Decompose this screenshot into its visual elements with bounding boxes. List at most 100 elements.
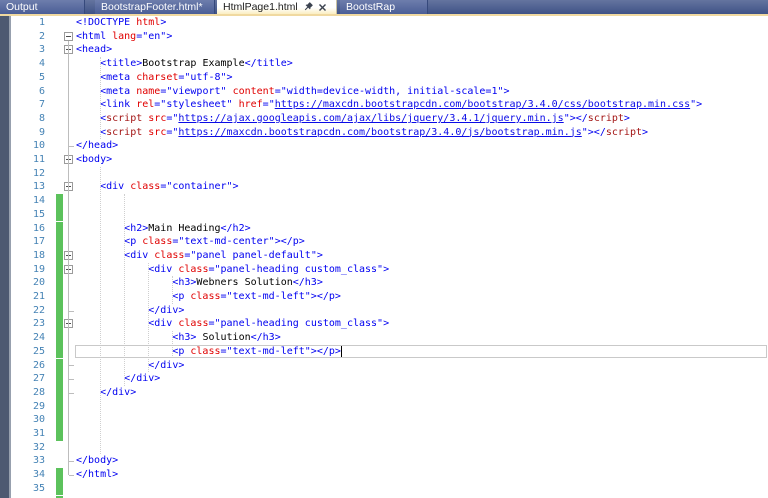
- line-number[interactable]: 18: [0, 249, 45, 263]
- line-number[interactable]: 29: [0, 400, 45, 414]
- fold-collapse-button[interactable]: [64, 182, 73, 192]
- code-token: </title>: [244, 58, 293, 70]
- line-number[interactable]: 12: [0, 167, 45, 181]
- line-number[interactable]: 21: [0, 290, 45, 304]
- code-line-33[interactable]: 33 </body>: [0, 454, 768, 468]
- line-number[interactable]: 9: [0, 126, 45, 140]
- code-line-25[interactable]: 25 <p class="text-md-left"></p>: [0, 344, 768, 359]
- line-number[interactable]: 34: [0, 468, 45, 482]
- change-tracking-bar: [56, 468, 63, 482]
- code-line-23[interactable]: 23 <div class="panel-heading custom_clas…: [0, 317, 768, 332]
- tab-output[interactable]: Output: [0, 0, 85, 14]
- line-number[interactable]: 20: [0, 276, 45, 290]
- code-line-12[interactable]: 12: [0, 167, 768, 181]
- code-line-35[interactable]: 35: [0, 481, 768, 496]
- code-line-27[interactable]: 27 </div>: [0, 372, 768, 386]
- line-number[interactable]: 15: [0, 208, 45, 222]
- line-number[interactable]: 10: [0, 139, 45, 153]
- code-line-7[interactable]: 7 <link rel="stylesheet" href="https://m…: [0, 98, 768, 112]
- tab-bootstrapfooter-html[interactable]: BootstrapFooter.html*: [95, 0, 215, 14]
- code-line-6[interactable]: 6 <meta name="viewport" content="width=d…: [0, 85, 768, 99]
- code-line-3[interactable]: 3 <head>: [0, 43, 768, 57]
- code-token: <html: [76, 30, 113, 42]
- fold-collapse-button[interactable]: [64, 31, 73, 41]
- line-number[interactable]: 8: [0, 112, 45, 126]
- code-line-26[interactable]: 26 </div>: [0, 358, 768, 373]
- fold-collapse-button[interactable]: [64, 45, 73, 55]
- code-line-8[interactable]: 8 <script src="https://ajax.googleapis.c…: [0, 112, 768, 126]
- line-number[interactable]: 17: [0, 235, 45, 249]
- line-number[interactable]: 19: [0, 263, 45, 277]
- fold-collapse-button[interactable]: [64, 264, 73, 274]
- line-number[interactable]: 3: [0, 43, 45, 57]
- code-line-9[interactable]: 9 <script src="https://maxcdn.bootstrapc…: [0, 126, 768, 140]
- code-line-2[interactable]: 2 <html lang="en">: [0, 30, 768, 44]
- line-number[interactable]: 27: [0, 372, 45, 386]
- line-number[interactable]: 1: [0, 16, 45, 30]
- code-token: =": [262, 99, 275, 111]
- code-line-19[interactable]: 19 <div class="panel-heading custom_clas…: [0, 262, 768, 277]
- code-line-18[interactable]: 18 <div class="panel panel-default">: [0, 248, 768, 263]
- code-token: <div: [148, 263, 179, 275]
- code-line-28[interactable]: 28 </div>: [0, 385, 768, 400]
- tab-htmlpage1-html[interactable]: HtmlPage1.html: [217, 0, 337, 14]
- code-token: "></: [581, 126, 606, 138]
- code-line-15[interactable]: 15: [0, 207, 768, 222]
- line-number[interactable]: 33: [0, 454, 45, 468]
- tab-label: HtmlPage1.html: [223, 1, 298, 13]
- code-line-31[interactable]: 31: [0, 427, 768, 441]
- line-number[interactable]: 11: [0, 153, 45, 167]
- code-text: </html>: [76, 468, 118, 482]
- code-line-17[interactable]: 17 <p class="text-md-center"></p>: [0, 235, 768, 249]
- line-number[interactable]: 23: [0, 317, 45, 331]
- code-text: </div>: [76, 372, 160, 386]
- line-number[interactable]: 32: [0, 441, 45, 455]
- line-number[interactable]: 5: [0, 71, 45, 85]
- code-line-4[interactable]: 4 <title>Bootstrap Example</title>: [0, 57, 768, 71]
- code-line-21[interactable]: 21 <p class="text-md-left"></p>: [0, 290, 768, 304]
- line-number[interactable]: 22: [0, 304, 45, 318]
- code-line-24[interactable]: 24 <h3> Solution</h3>: [0, 331, 768, 345]
- line-number[interactable]: 6: [0, 85, 45, 99]
- code-line-22[interactable]: 22 </div>: [0, 303, 768, 318]
- line-number[interactable]: 4: [0, 57, 45, 71]
- code-line-1[interactable]: 1 <!DOCTYPE html>: [0, 16, 768, 30]
- code-line-11[interactable]: 11 <body>: [0, 153, 768, 167]
- fold-collapse-button[interactable]: [64, 319, 73, 329]
- line-number[interactable]: 14: [0, 194, 45, 208]
- code-line-16[interactable]: 16 <h2>Main Heading</h2>: [0, 221, 768, 236]
- fold-collapse-button[interactable]: [64, 155, 73, 164]
- code-line-34[interactable]: 34 </html>: [0, 468, 768, 482]
- editor-area[interactable]: 1 <!DOCTYPE html> 2 <html lang="en"> 3 <head>…: [0, 16, 768, 498]
- line-number[interactable]: 2: [0, 30, 45, 44]
- line-number[interactable]: 26: [0, 359, 45, 373]
- tab-bar: Output BootstrapFooter.html* HtmlPage1.htm…: [0, 0, 768, 14]
- tab-bootstrap[interactable]: BootstRap: [340, 0, 428, 14]
- code-line-20[interactable]: 20 <h3>Webners Solution</h3>: [0, 276, 768, 290]
- code-line-10[interactable]: 10 </head>: [0, 139, 768, 153]
- line-number[interactable]: 16: [0, 222, 45, 236]
- close-icon[interactable]: [318, 3, 327, 12]
- line-number[interactable]: 30: [0, 413, 45, 427]
- code-text: <div class="panel panel-default">: [76, 249, 323, 263]
- code-line-30[interactable]: 30: [0, 413, 768, 427]
- line-number[interactable]: 13: [0, 180, 45, 194]
- code-token: <meta: [100, 71, 137, 83]
- fold-collapse-button[interactable]: [64, 250, 73, 260]
- line-number[interactable]: 35: [0, 482, 45, 496]
- code-token: https://maxcdn.bootstrapcdn.com/bootstra…: [178, 126, 582, 138]
- code-line-32[interactable]: 32: [0, 441, 768, 455]
- code-line-14[interactable]: 14: [0, 194, 768, 208]
- line-number[interactable]: 31: [0, 427, 45, 441]
- pin-icon[interactable]: [303, 2, 313, 12]
- line-number[interactable]: 24: [0, 331, 45, 345]
- line-number[interactable]: 25: [0, 345, 45, 359]
- code-line-13[interactable]: 13 <div class="container">: [0, 180, 768, 194]
- code-line-5[interactable]: 5 <meta charset="utf-8">: [0, 71, 768, 85]
- line-number[interactable]: 28: [0, 386, 45, 400]
- code-line-29[interactable]: 29: [0, 399, 768, 414]
- line-number[interactable]: 7: [0, 98, 45, 112]
